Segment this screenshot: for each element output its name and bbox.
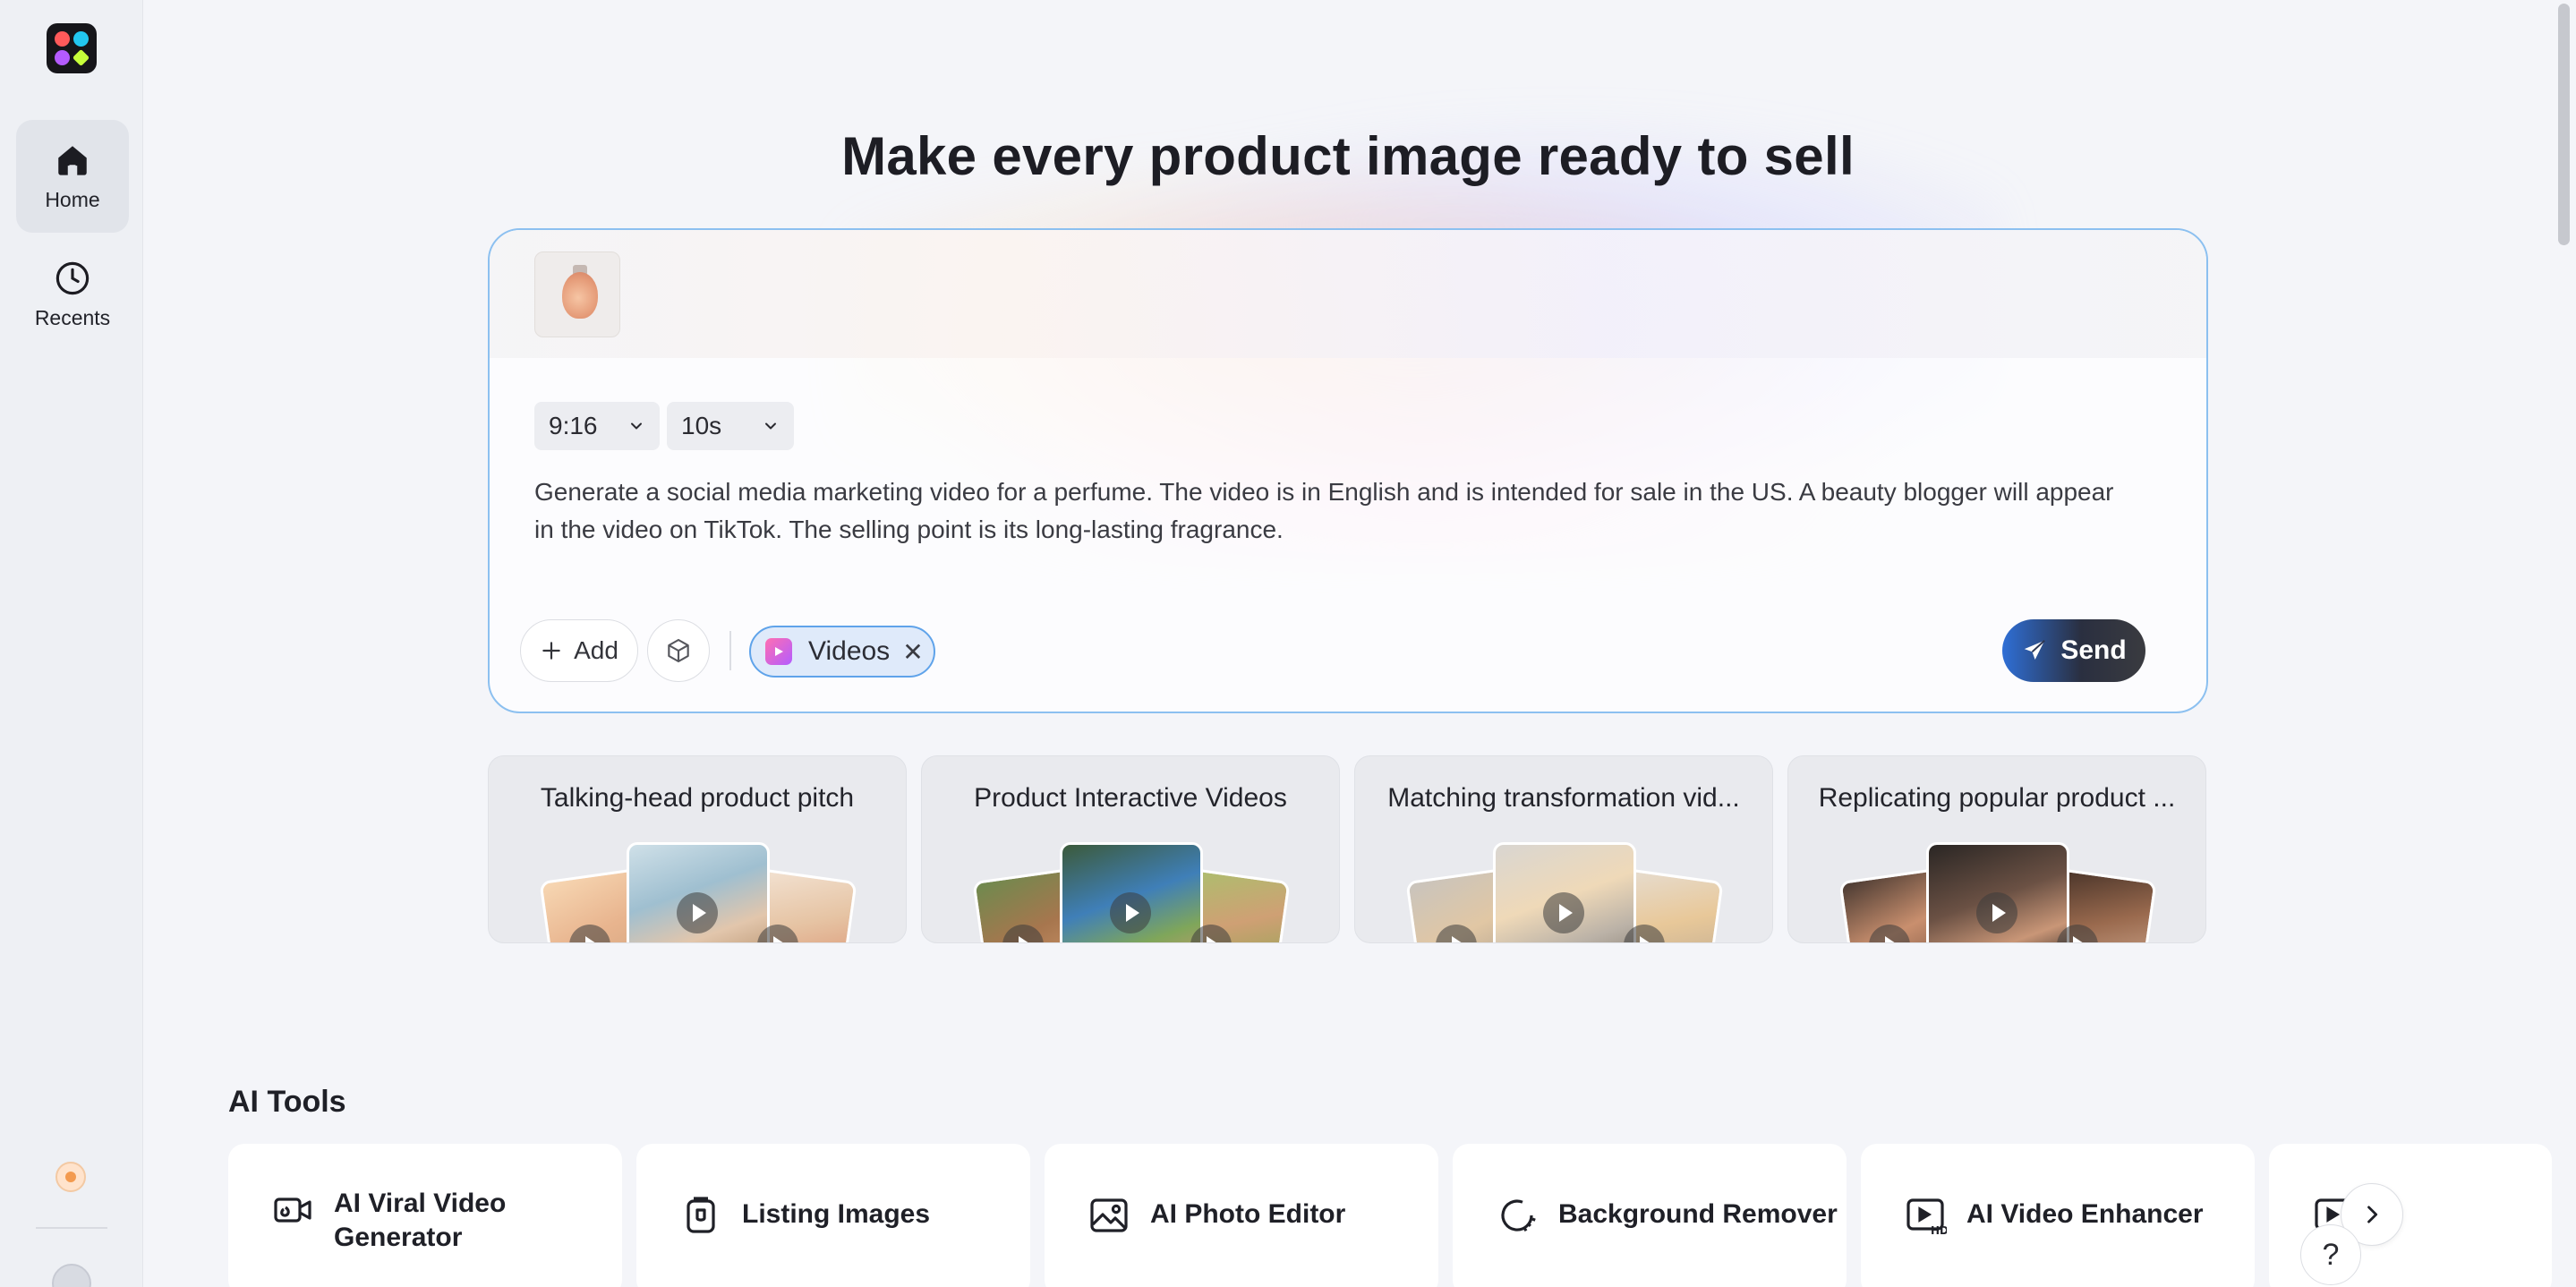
template-preview	[1788, 842, 2205, 942]
chevron-right-icon	[2367, 1206, 2378, 1223]
duration-select[interactable]: 10s	[667, 402, 794, 450]
product-3d-button[interactable]	[647, 619, 710, 682]
play-icon	[1110, 892, 1151, 933]
template-title: Talking-head product pitch	[540, 783, 855, 813]
template-card-transformation[interactable]: Matching transformation vid...	[1354, 755, 1773, 943]
video-play-icon	[765, 638, 792, 665]
send-button-label: Send	[2060, 635, 2127, 665]
ai-tools-title: AI Tools	[228, 1085, 346, 1119]
videos-chip[interactable]: Videos ✕	[749, 626, 935, 678]
tool-label: Listing Images	[742, 1199, 931, 1229]
template-title: Matching transformation vid...	[1387, 783, 1740, 813]
scrollbar[interactable]	[2552, 0, 2576, 1287]
sidebar-item-label: Recents	[34, 305, 111, 329]
main-content: Make every product image ready to sell 9…	[144, 0, 2552, 1287]
tool-ai-video-enhancer[interactable]: HD AI Video Enhancer	[1861, 1144, 2255, 1287]
template-card-talking-head[interactable]: Talking-head product pitch	[488, 755, 907, 943]
play-icon	[677, 892, 718, 933]
sidebar-divider	[36, 1227, 107, 1229]
sidebar: Home Recents	[0, 0, 143, 1287]
tool-label: Background Remover	[1558, 1199, 1838, 1229]
tool-background-remover[interactable]: Background Remover	[1453, 1144, 1847, 1287]
play-icon	[1976, 892, 2017, 933]
template-card-replicating[interactable]: Replicating popular product ...	[1787, 755, 2206, 943]
tool-listing-images[interactable]: Listing Images	[636, 1144, 1030, 1287]
template-preview	[1355, 842, 1772, 942]
plus-icon	[542, 642, 560, 660]
cube-icon	[668, 638, 689, 663]
tool-label: AI Video Enhancer	[1966, 1199, 2204, 1229]
chevron-down-icon	[765, 422, 776, 430]
user-avatar[interactable]	[52, 1264, 91, 1287]
add-button[interactable]: Add	[520, 619, 638, 682]
chevron-down-icon	[631, 422, 642, 430]
send-icon	[2025, 640, 2046, 660]
sidebar-item-label: Home	[45, 187, 100, 211]
close-icon[interactable]: ✕	[902, 637, 923, 667]
tool-ai-photo-editor[interactable]: AI Photo Editor	[1045, 1144, 1438, 1287]
template-title: Replicating popular product ...	[1818, 783, 2176, 813]
tool-label: AI Photo Editor	[1150, 1199, 1346, 1229]
sidebar-item-home[interactable]: Home	[16, 120, 129, 233]
page-title: Make every product image ready to sell	[841, 126, 1855, 186]
duration-value: 10s	[681, 412, 722, 439]
toolbar-divider	[729, 631, 731, 670]
background-remover-icon	[1501, 1199, 1536, 1232]
clock-icon	[55, 261, 90, 294]
template-title: Product Interactive Videos	[974, 783, 1287, 813]
template-preview	[489, 842, 906, 942]
prompt-input[interactable]: Generate a social media marketing video …	[534, 473, 2128, 549]
prompt-composer: 9:16 10s Generate a social media marketi…	[488, 228, 2208, 713]
product-thumbnail[interactable]	[534, 251, 620, 337]
play-icon	[1543, 892, 1584, 933]
template-card-interactive[interactable]: Product Interactive Videos	[921, 755, 1340, 943]
tool-ai-viral-video-generator[interactable]: AI Viral Video Generator	[228, 1144, 622, 1287]
attachment-area	[490, 230, 2206, 358]
svg-text:HD: HD	[1931, 1224, 1947, 1237]
template-preview	[922, 842, 1339, 942]
aspect-ratio-value: 9:16	[549, 412, 598, 439]
photo-icon	[1090, 1198, 1128, 1232]
tool-label: AI Viral Video Generator	[334, 1189, 507, 1252]
app-logo[interactable]	[47, 23, 97, 73]
listing-images-icon	[687, 1197, 715, 1233]
scrollbar-thumb[interactable]	[2558, 4, 2570, 245]
add-button-label: Add	[574, 636, 618, 664]
credits-icon[interactable]	[55, 1162, 86, 1192]
home-icon	[58, 145, 87, 175]
video-camera-icon	[274, 1198, 311, 1223]
send-button[interactable]: Send	[2002, 619, 2145, 682]
videos-chip-label: Videos	[808, 636, 891, 666]
aspect-ratio-select[interactable]: 9:16	[534, 402, 660, 450]
hd-video-icon: HD	[1906, 1198, 1947, 1237]
help-button[interactable]: ?	[2300, 1224, 2361, 1285]
sidebar-item-recents[interactable]: Recents	[16, 238, 129, 351]
